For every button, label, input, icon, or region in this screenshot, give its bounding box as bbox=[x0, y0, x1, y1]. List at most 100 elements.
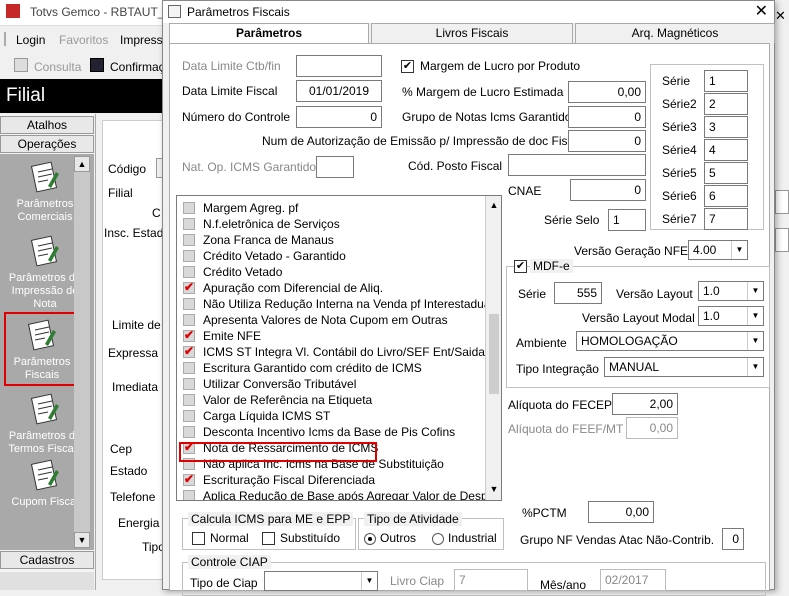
chevron-down-icon[interactable]: ▼ bbox=[361, 572, 377, 590]
side-field[interactable] bbox=[775, 190, 789, 214]
checkbox[interactable] bbox=[183, 314, 195, 326]
checkbox[interactable]: ✔ bbox=[183, 329, 195, 342]
checkbox[interactable] bbox=[183, 378, 195, 390]
aliquota-fecep-input[interactable]: 2,00 bbox=[612, 393, 678, 415]
checkbox[interactable] bbox=[183, 490, 195, 500]
grupo-nf-vendas-input[interactable]: 0 bbox=[722, 528, 744, 550]
checkbox[interactable] bbox=[183, 202, 195, 214]
sidebar-tab-operacoes[interactable]: Operações bbox=[0, 135, 94, 153]
tab-arq-magneticos[interactable]: Arq. Magnéticos bbox=[575, 23, 775, 43]
scroll-thumb[interactable] bbox=[489, 314, 499, 394]
chevron-down-icon[interactable]: ▼ bbox=[747, 307, 763, 325]
label-telefone: Telefone bbox=[110, 490, 156, 504]
versao-geracao-nfe-select[interactable]: 4.00 ▼ bbox=[688, 240, 748, 260]
label-grupo-notas-icms: Grupo de Notas Icms Garantido bbox=[402, 110, 572, 124]
serie-selo-input[interactable]: 1 bbox=[608, 209, 646, 231]
check-list[interactable]: Margem Agreg. pf N.f.eletrônica de Serviç… bbox=[176, 195, 502, 501]
versao-geracao-nfe-value: 4.00 bbox=[693, 243, 717, 257]
data-limite-ctb-input[interactable] bbox=[296, 55, 382, 77]
menu-login[interactable]: Login bbox=[16, 33, 45, 47]
document-icon bbox=[28, 458, 62, 492]
sidebar-tab-cadastros[interactable]: Cadastros bbox=[0, 551, 94, 569]
scroll-up-icon[interactable]: ▲ bbox=[74, 156, 90, 172]
mdfe-serie-input[interactable]: 555 bbox=[554, 282, 602, 304]
checkbox[interactable] bbox=[183, 394, 195, 406]
tab-livros-fiscais[interactable]: Livros Fiscais bbox=[371, 23, 573, 43]
mes-ano-input[interactable]: 02/2017 bbox=[600, 569, 666, 591]
data-limite-fiscal-input[interactable]: 01/01/2019 bbox=[296, 80, 382, 102]
label-cnae: CNAE bbox=[508, 184, 542, 198]
label-cep: Cep bbox=[110, 442, 133, 456]
serie6-input[interactable]: 6 bbox=[704, 185, 748, 207]
checkbox[interactable] bbox=[183, 362, 195, 374]
check-list-item-label: Escrituração Fiscal Diferenciada bbox=[203, 473, 376, 487]
check-list-scrollbar[interactable]: ▲ ▼ bbox=[485, 196, 501, 500]
side-field[interactable] bbox=[775, 228, 789, 252]
serie7-input[interactable]: 7 bbox=[704, 208, 748, 230]
checkbox[interactable] bbox=[183, 250, 195, 262]
checkbox[interactable] bbox=[183, 234, 195, 246]
substituido-checkbox[interactable] bbox=[262, 532, 275, 545]
label-codigo: Código bbox=[108, 162, 147, 176]
ambiente-value: HOMOLOGAÇÃO bbox=[581, 334, 678, 348]
margem-lucro-checkbox[interactable]: ✔ bbox=[401, 60, 414, 73]
serie3-input[interactable]: 3 bbox=[704, 116, 748, 138]
toolbar-confirmacao[interactable]: Confirmaç bbox=[110, 60, 165, 74]
numero-controle-input[interactable]: 0 bbox=[296, 106, 382, 128]
normal-checkbox[interactable] bbox=[192, 532, 205, 545]
label-estado: Estado bbox=[110, 464, 148, 478]
close-icon[interactable]: ✕ bbox=[755, 1, 768, 21]
chevron-down-icon[interactable]: ▼ bbox=[747, 282, 763, 300]
aliquota-feef-input[interactable]: 0,00 bbox=[626, 417, 678, 439]
checkbox[interactable] bbox=[183, 218, 195, 230]
tipo-ciap-select[interactable]: ▼ bbox=[264, 571, 378, 591]
chevron-down-icon[interactable]: ▼ bbox=[747, 332, 763, 350]
serie4-input[interactable]: 4 bbox=[704, 139, 748, 161]
mdfe-checkbox[interactable]: ✔ bbox=[514, 260, 527, 273]
checkbox[interactable] bbox=[183, 410, 195, 422]
versao-layout-modal-select[interactable]: 1.0 ▼ bbox=[698, 306, 764, 326]
serie2-input[interactable]: 2 bbox=[704, 93, 748, 115]
chevron-down-icon[interactable]: ▼ bbox=[747, 358, 763, 376]
outros-radio[interactable] bbox=[364, 533, 376, 545]
livro-ciap-input[interactable]: 7 bbox=[454, 569, 528, 591]
industrial-radio[interactable] bbox=[432, 533, 444, 545]
scroll-down-icon[interactable]: ▼ bbox=[486, 482, 501, 498]
label-serie-selo: Série Selo bbox=[544, 213, 600, 227]
chevron-down-icon[interactable]: ▼ bbox=[731, 241, 747, 259]
serie5-input[interactable]: 5 bbox=[704, 162, 748, 184]
toolbar-consulta[interactable]: Consulta bbox=[34, 60, 81, 74]
tab-parametros[interactable]: Parâmetros bbox=[169, 23, 369, 45]
pct-margem-lucro-input[interactable]: 0,00 bbox=[568, 81, 646, 103]
main-close-icon[interactable]: ✕ bbox=[775, 8, 786, 24]
checkbox[interactable] bbox=[183, 266, 195, 278]
highlight-box bbox=[179, 442, 377, 462]
label-cod-posto-fiscal: Cód. Posto Fiscal bbox=[408, 159, 503, 173]
label-numero-controle: Número do Controle bbox=[182, 110, 291, 124]
checkbox[interactable] bbox=[183, 426, 195, 438]
nat-op-icms-input[interactable] bbox=[316, 156, 354, 178]
checkbox[interactable] bbox=[183, 298, 195, 310]
sidebar-item-parametros-fiscais[interactable]: Parâmetros Fiscais bbox=[4, 312, 80, 386]
cnae-input[interactable]: 0 bbox=[570, 179, 646, 201]
check-list-item-label: Crédito Vetado - Garantido bbox=[203, 249, 346, 263]
sidebar-scrollbar[interactable]: ▲ ▼ bbox=[74, 156, 90, 548]
sidebar-tab-atalhos[interactable]: Atalhos bbox=[0, 116, 94, 134]
grupo-notas-icms-input[interactable]: 0 bbox=[568, 106, 646, 128]
cod-posto-fiscal-input[interactable] bbox=[508, 154, 646, 176]
checkbox[interactable]: ✔ bbox=[183, 345, 195, 358]
serie-input[interactable]: 1 bbox=[704, 70, 748, 92]
ambiente-select[interactable]: HOMOLOGAÇÃO ▼ bbox=[576, 331, 764, 351]
scroll-down-icon[interactable]: ▼ bbox=[74, 532, 90, 548]
checkbox[interactable]: ✔ bbox=[183, 281, 195, 294]
label-serie3: Série3 bbox=[662, 120, 697, 134]
checkbox[interactable]: ✔ bbox=[183, 473, 195, 486]
menu-impress[interactable]: Impress bbox=[120, 33, 163, 47]
menu-favoritos[interactable]: Favoritos bbox=[59, 33, 108, 47]
main-toolbar: Consulta Confirmaç bbox=[0, 55, 170, 77]
num-autorizacao-input[interactable]: 0 bbox=[568, 130, 646, 152]
scroll-up-icon[interactable]: ▲ bbox=[486, 198, 501, 214]
versao-layout-select[interactable]: 1.0 ▼ bbox=[698, 281, 764, 301]
pctm-input[interactable]: 0,00 bbox=[588, 501, 654, 523]
tipo-integracao-select[interactable]: MANUAL ▼ bbox=[604, 357, 764, 377]
